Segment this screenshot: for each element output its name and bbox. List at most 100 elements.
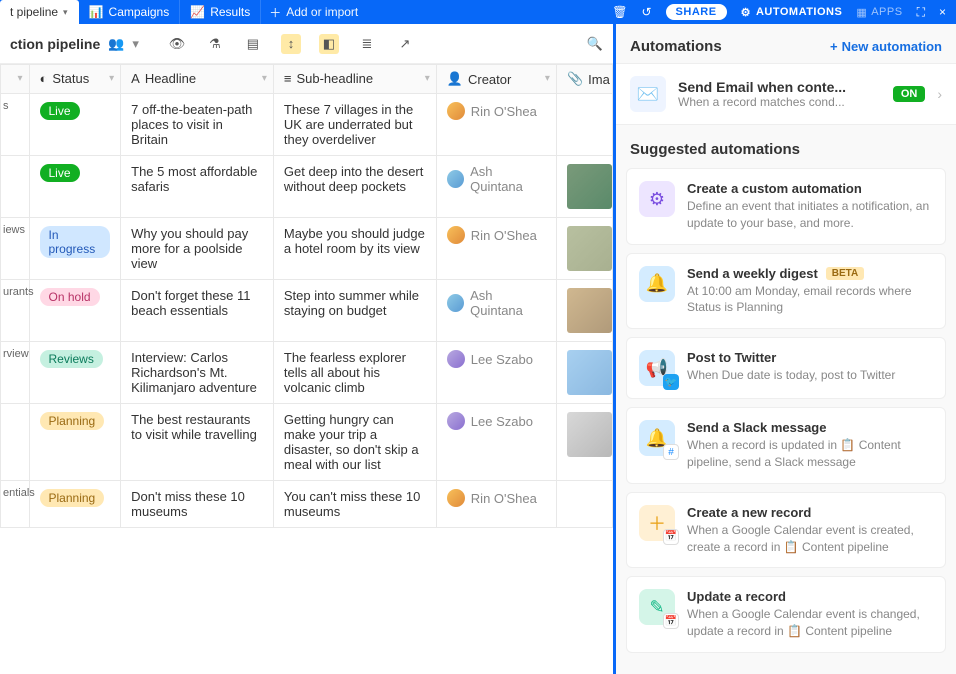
cell-status[interactable]: Planning [29,404,121,481]
apps-icon: ▦ [856,6,867,19]
suggestion-card[interactable]: ⚙Create a custom automationDefine an eve… [626,168,946,245]
tab-campaigns[interactable]: 📊Campaigns [79,0,181,24]
expand-icon[interactable]: ⛶ [917,5,925,20]
cell-status[interactable]: On hold [29,280,121,342]
col-headline[interactable]: AHeadline▾ [121,65,274,94]
cell-subheadline[interactable]: Get deep into the desert without deep po… [273,156,436,218]
suggestion-desc: When a Google Calendar event is changed,… [687,606,933,640]
cell-status[interactable]: In progress [29,218,121,280]
chevron-down-icon[interactable]: ▾ [132,36,139,52]
cell-creator[interactable]: Lee Szabo [436,342,556,404]
collaborator-icon[interactable]: 👥 [108,36,124,52]
cell-subheadline[interactable]: Getting hungry can make your trip a disa… [273,404,436,481]
suggested-title: Suggested automations [616,125,956,168]
cell-headline[interactable]: Interview: Carlos Richardson's Mt. Kilim… [121,342,274,404]
share-button[interactable]: SHARE [666,4,727,20]
apps-nav[interactable]: ▦ APPS [856,6,902,19]
table-row[interactable]: entialsPlanningDon't miss these 10 museu… [1,481,613,528]
tab-results[interactable]: 📈Results [180,0,261,24]
suggestion-name: Send a Slack message [687,420,933,435]
cell-headline[interactable]: 7 off-the-beaten-path places to visit in… [121,94,274,156]
share-view-icon[interactable]: ↗ [395,34,415,54]
cell-headline[interactable]: The 5 most affordable safaris [121,156,274,218]
cell-creator[interactable]: Ash Quintana [436,280,556,342]
trash-icon[interactable]: 🗑 [612,5,627,19]
suggestion-desc: At 10:00 am Monday, email records where … [687,283,933,317]
avatar [447,489,465,507]
search-icon[interactable]: 🔍 [587,36,603,52]
cell-headline[interactable]: Don't forget these 11 beach essentials [121,280,274,342]
table-row[interactable]: sLive7 off-the-beaten-path places to vis… [1,94,613,156]
tab-icon: 📈 [190,5,205,19]
status-badge: Reviews [40,350,103,368]
creator-name: Rin O'Shea [471,228,537,243]
avatar [447,170,464,188]
row-partial: s [1,94,30,156]
integration-badge-icon: 📅 [663,613,679,629]
cell-headline[interactable]: Why you should pay more for a poolside v… [121,218,274,280]
view-name[interactable]: ction pipeline [10,36,100,52]
cell-status[interactable]: Live [29,156,121,218]
active-automation-card[interactable]: ✉️ Send Email when conte... When a recor… [616,63,956,125]
table-row[interactable]: PlanningThe best restaurants to visit wh… [1,404,613,481]
cell-creator[interactable]: Lee Szabo [436,404,556,481]
cell-creator[interactable]: Rin O'Shea [436,94,556,156]
suggestion-card[interactable]: ＋📅Create a new recordWhen a Google Calen… [626,492,946,569]
cell-subheadline[interactable]: These 7 villages in the UK are underrate… [273,94,436,156]
table-row[interactable]: LiveThe 5 most affordable safarisGet dee… [1,156,613,218]
cell-subheadline[interactable]: You can't miss these 10 museums [273,481,436,528]
suggestion-card[interactable]: 📢🐦Post to TwitterWhen Due date is today,… [626,337,946,399]
automation-status-toggle[interactable]: ON [893,86,926,102]
plus-icon: ＋ [269,4,281,21]
suggestion-card[interactable]: ✎📅Update a recordWhen a Google Calendar … [626,576,946,653]
color-icon[interactable]: ◧ [319,34,339,54]
suggestion-card[interactable]: 🔔#Send a Slack messageWhen a record is u… [626,407,946,484]
cell-image[interactable] [556,218,612,280]
cell-status[interactable]: Planning [29,481,121,528]
cell-headline[interactable]: Don't miss these 10 museums [121,481,274,528]
automations-label: AUTOMATIONS [756,6,842,18]
table-row[interactable]: urantsOn holdDon't forget these 11 beach… [1,280,613,342]
row-height-icon[interactable]: ≣ [357,34,377,54]
cell-subheadline[interactable]: The fearless explorer tells all about hi… [273,342,436,404]
new-automation-button[interactable]: + New automation [830,39,942,54]
add-or-import-button[interactable]: ＋ Add or import [269,4,358,21]
col-creator[interactable]: 👤Creator▾ [436,65,556,94]
cell-image[interactable] [556,280,612,342]
status-badge: On hold [40,288,100,306]
cell-image[interactable] [556,404,612,481]
filter-icon[interactable]: ⚗ [205,34,225,54]
cell-creator[interactable]: Rin O'Shea [436,481,556,528]
view-toolbar: ction pipeline 👥 ▾ 👁 ⚗ ▤ ↕ ◧ ≣ ↗ 🔍 [0,24,613,64]
close-icon[interactable]: × [939,5,946,19]
col-image[interactable]: 📎Ima [556,65,612,94]
automation-name: Send Email when conte... [678,79,881,95]
tab-t-pipeline[interactable]: t pipeline▾ [0,0,79,24]
creator-name: Ash Quintana [470,288,546,318]
cell-image[interactable] [556,481,612,528]
automations-nav[interactable]: ⚙ AUTOMATIONS [741,6,843,19]
cell-creator[interactable]: Ash Quintana [436,156,556,218]
cell-status[interactable]: Reviews [29,342,121,404]
cell-headline[interactable]: The best restaurants to visit while trav… [121,404,274,481]
history-icon[interactable]: ↺ [641,5,651,19]
col-subheadline[interactable]: ≡Sub-headline▾ [273,65,436,94]
table-row[interactable]: rviewReviewsInterview: Carlos Richardson… [1,342,613,404]
table-row[interactable]: iewsIn progressWhy you should pay more f… [1,218,613,280]
col-status[interactable]: ◐Status▾ [29,65,121,94]
cell-status[interactable]: Live [29,94,121,156]
hide-fields-icon[interactable]: 👁 [167,34,187,54]
suggestion-card[interactable]: 🔔Send a weekly digest BETAAt 10:00 am Mo… [626,253,946,330]
plus-icon: + [830,39,838,54]
cell-subheadline[interactable]: Step into summer while staying on budget [273,280,436,342]
chevron-down-icon[interactable]: ▾ [63,7,68,18]
sort-icon[interactable]: ↕ [281,34,301,54]
tab-label: Campaigns [109,5,170,19]
group-icon[interactable]: ▤ [243,34,263,54]
cell-image[interactable] [556,94,612,156]
cell-image[interactable] [556,342,612,404]
cell-image[interactable] [556,156,612,218]
col-partial[interactable]: ▾ [1,65,30,94]
cell-subheadline[interactable]: Maybe you should judge a hotel room by i… [273,218,436,280]
cell-creator[interactable]: Rin O'Shea [436,218,556,280]
